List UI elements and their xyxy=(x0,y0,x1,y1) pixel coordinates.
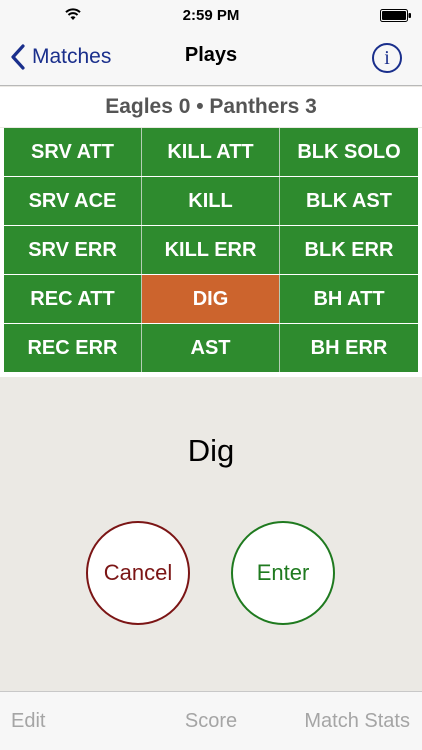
navigation-bar: Matches Plays i xyxy=(0,30,422,86)
match-score: Eagles 0 • Panthers 3 xyxy=(105,95,317,118)
page-title: Plays xyxy=(184,44,238,66)
play-cell-ast[interactable]: AST xyxy=(142,324,280,372)
grid-row: SRV ERR KILL ERR BLK ERR xyxy=(4,226,418,275)
grid-row: SRV ACE KILL BLK AST xyxy=(4,177,418,226)
play-cell-blk-ast[interactable]: BLK AST xyxy=(280,177,418,225)
info-button[interactable]: i xyxy=(372,43,402,73)
selected-play-label: Dig xyxy=(187,433,235,468)
info-icon: i xyxy=(384,46,390,69)
bottom-toolbar: Edit Score Match Stats xyxy=(0,691,422,750)
battery-icon xyxy=(380,9,411,22)
play-cell-dig[interactable]: DIG xyxy=(142,275,280,323)
grid-row: REC ERR AST BH ERR xyxy=(4,324,418,373)
cancel-button[interactable]: Cancel xyxy=(86,521,190,625)
play-cell-srv-err[interactable]: SRV ERR xyxy=(4,226,142,274)
status-bar: 2:59 PM xyxy=(0,0,422,30)
play-cell-blk-err[interactable]: BLK ERR xyxy=(280,226,418,274)
play-entry-panel: Dig Cancel Enter xyxy=(0,377,422,691)
play-grid: SRV ATT KILL ATT BLK SOLO SRV ACE KILL B… xyxy=(0,128,422,377)
match-stats-button[interactable]: Match Stats xyxy=(304,710,410,733)
play-cell-rec-err[interactable]: REC ERR xyxy=(4,324,142,372)
play-cell-srv-att[interactable]: SRV ATT xyxy=(4,128,142,176)
play-cell-kill-att[interactable]: KILL ATT xyxy=(142,128,280,176)
grid-row: SRV ATT KILL ATT BLK SOLO xyxy=(4,128,418,177)
play-cell-bh-att[interactable]: BH ATT xyxy=(280,275,418,323)
enter-button[interactable]: Enter xyxy=(231,521,335,625)
status-time: 2:59 PM xyxy=(182,6,240,24)
play-cell-blk-solo[interactable]: BLK SOLO xyxy=(280,128,418,176)
wifi-icon xyxy=(65,8,81,20)
score-bar: Eagles 0 • Panthers 3 xyxy=(0,87,422,127)
play-cell-rec-att[interactable]: REC ATT xyxy=(4,275,142,323)
play-cell-kill-err[interactable]: KILL ERR xyxy=(142,226,280,274)
play-cell-bh-err[interactable]: BH ERR xyxy=(280,324,418,372)
grid-row: REC ATT DIG BH ATT xyxy=(4,275,418,324)
play-cell-kill[interactable]: KILL xyxy=(142,177,280,225)
play-cell-srv-ace[interactable]: SRV ACE xyxy=(4,177,142,225)
